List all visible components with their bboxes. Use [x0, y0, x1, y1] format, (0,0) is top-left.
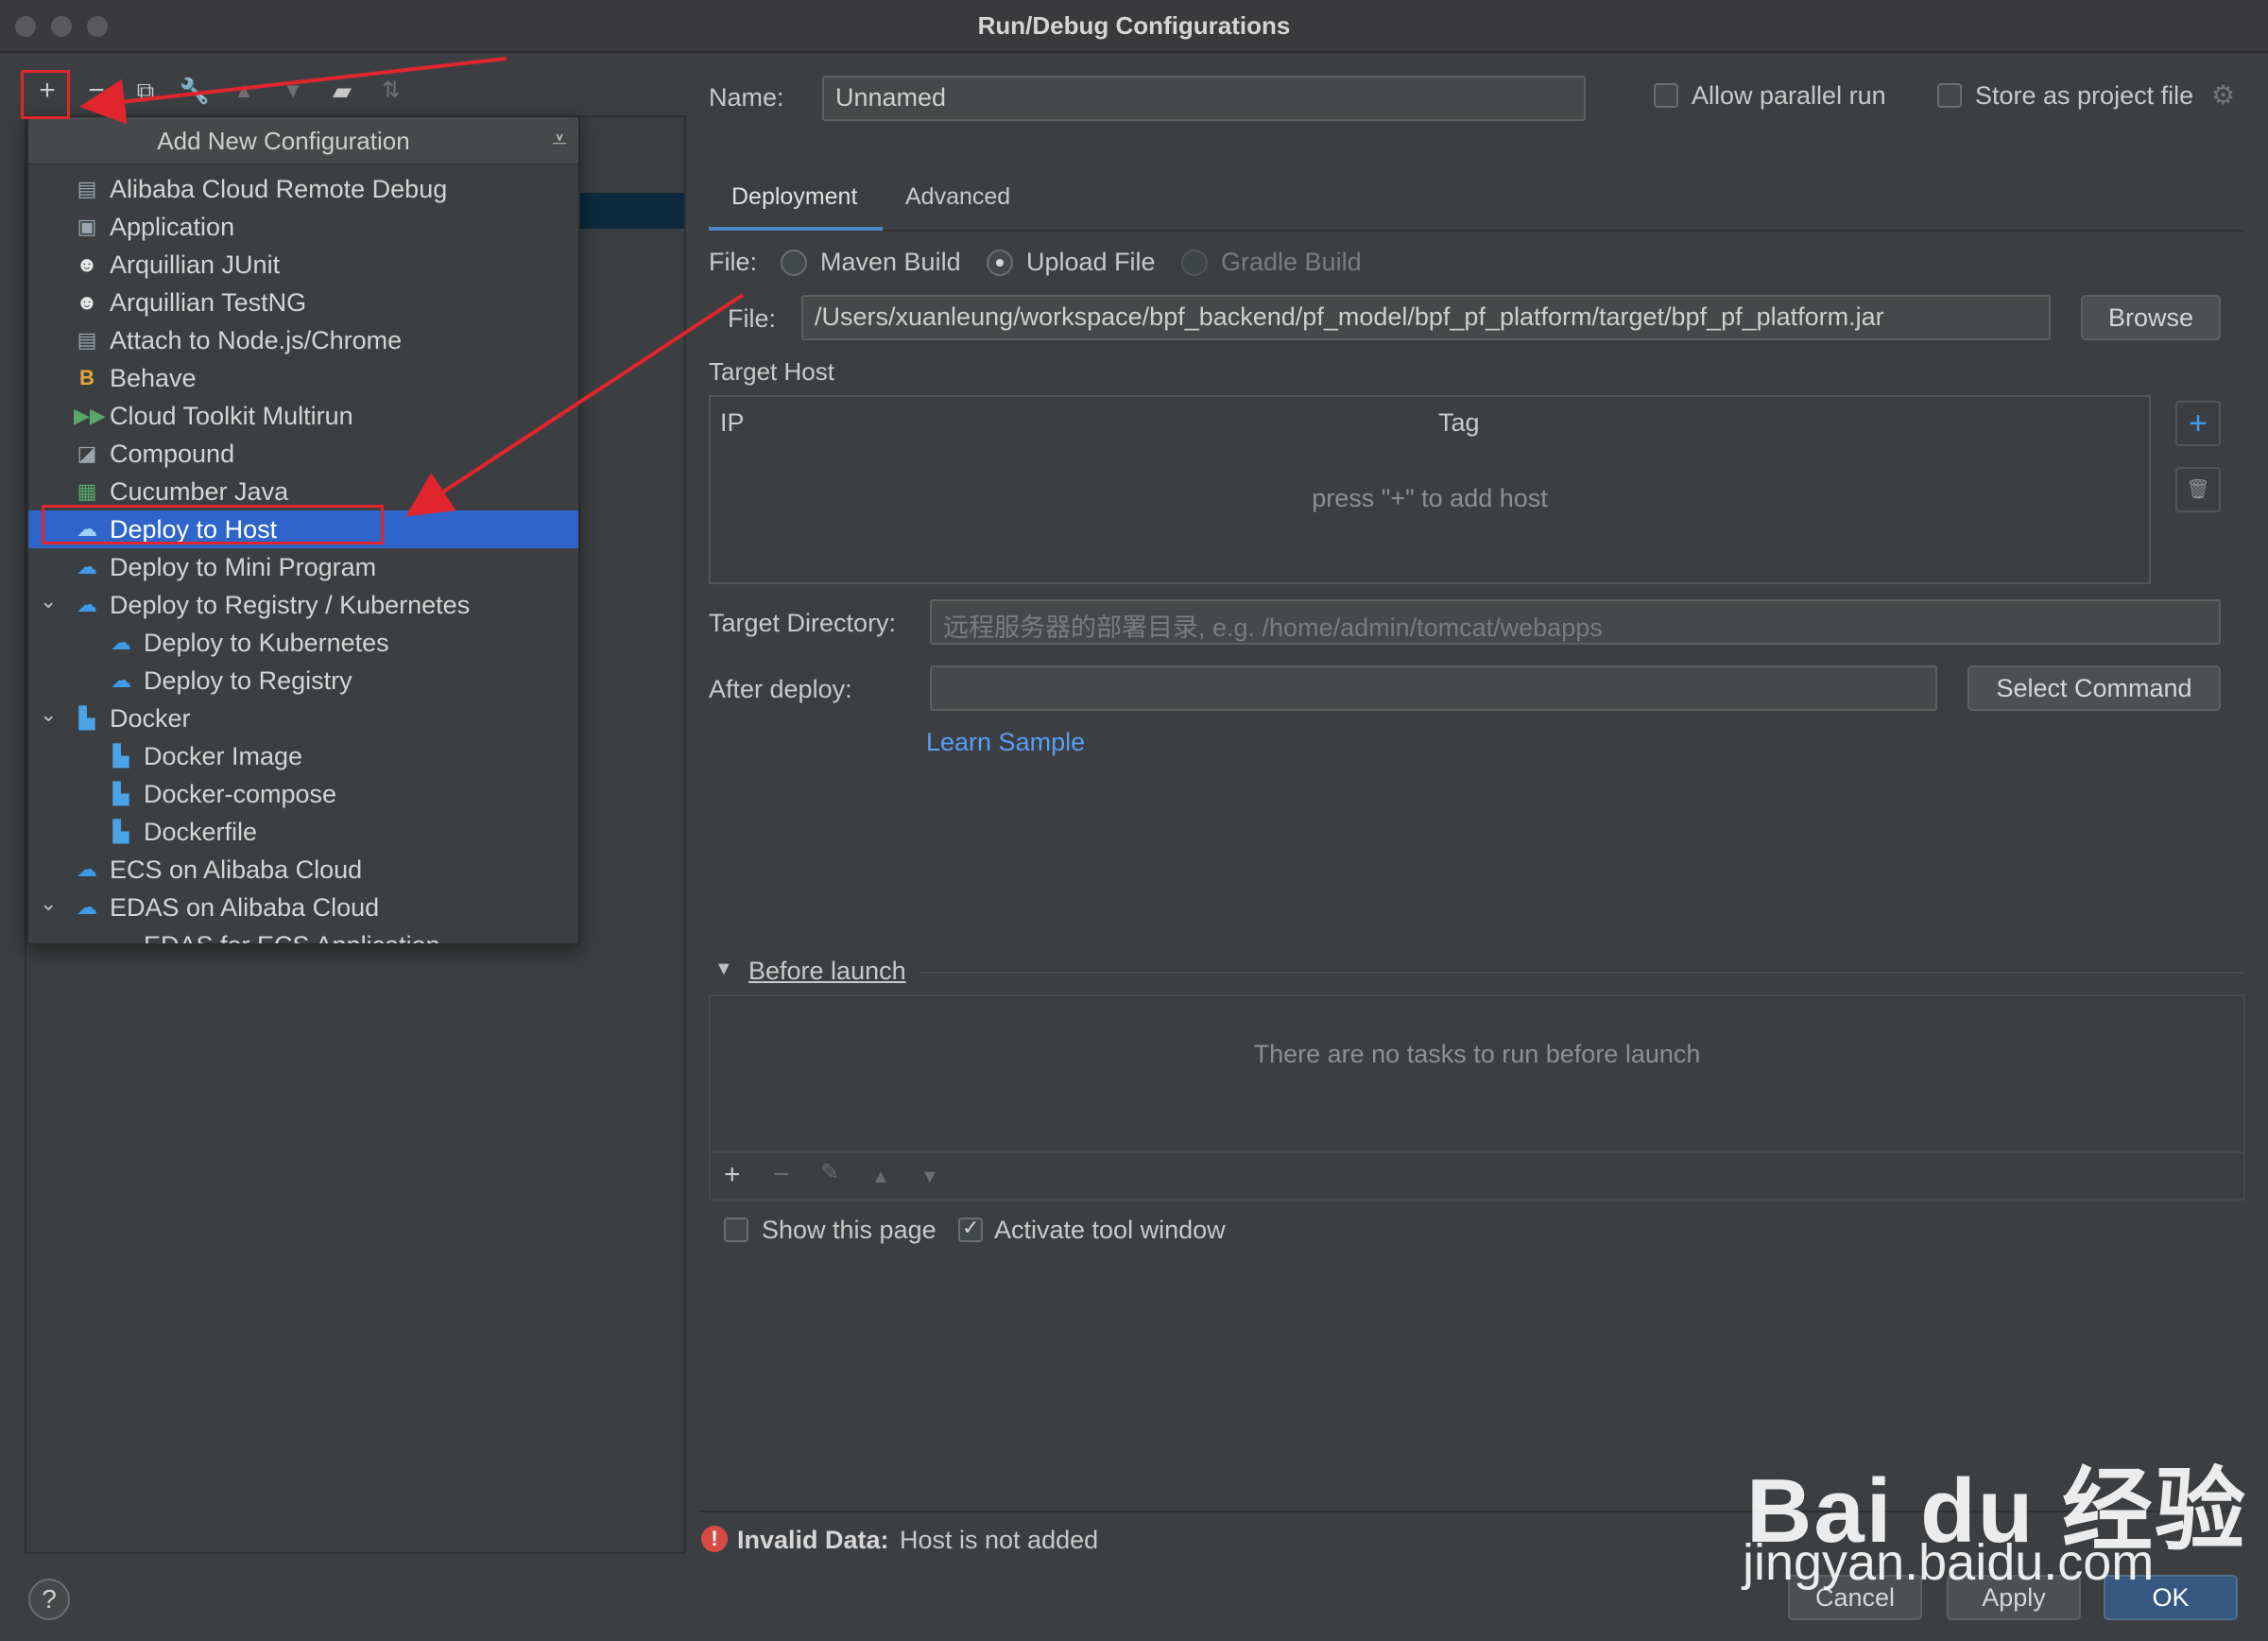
baidu-watermark: Bai du 经验 jingyan.baidu.com [1739, 1390, 2249, 1598]
watermark-url: jingyan.baidu.com [1743, 1534, 2155, 1591]
annotation-arrow-to-add [79, 57, 507, 125]
annotation-arrow-to-deploy-host [405, 293, 745, 517]
